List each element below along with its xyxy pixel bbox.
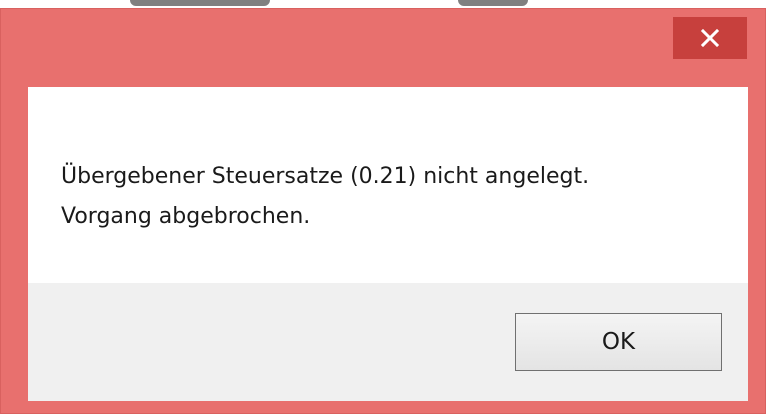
- dialog-button-bar: OK: [28, 283, 748, 401]
- close-button[interactable]: [673, 17, 747, 59]
- ok-button[interactable]: OK: [515, 313, 722, 371]
- dialog-content: Übergebener Steuersatze (0.21) nicht ang…: [28, 87, 748, 401]
- dialog-titlebar[interactable]: [1, 9, 765, 87]
- message-line-1: Übergebener Steuersatze (0.21) nicht ang…: [61, 164, 590, 189]
- dialog-message: Übergebener Steuersatze (0.21) nicht ang…: [61, 157, 721, 237]
- close-icon: [701, 29, 719, 47]
- error-dialog: Übergebener Steuersatze (0.21) nicht ang…: [0, 8, 766, 414]
- message-line-2: Vorgang abgebrochen.: [61, 204, 311, 229]
